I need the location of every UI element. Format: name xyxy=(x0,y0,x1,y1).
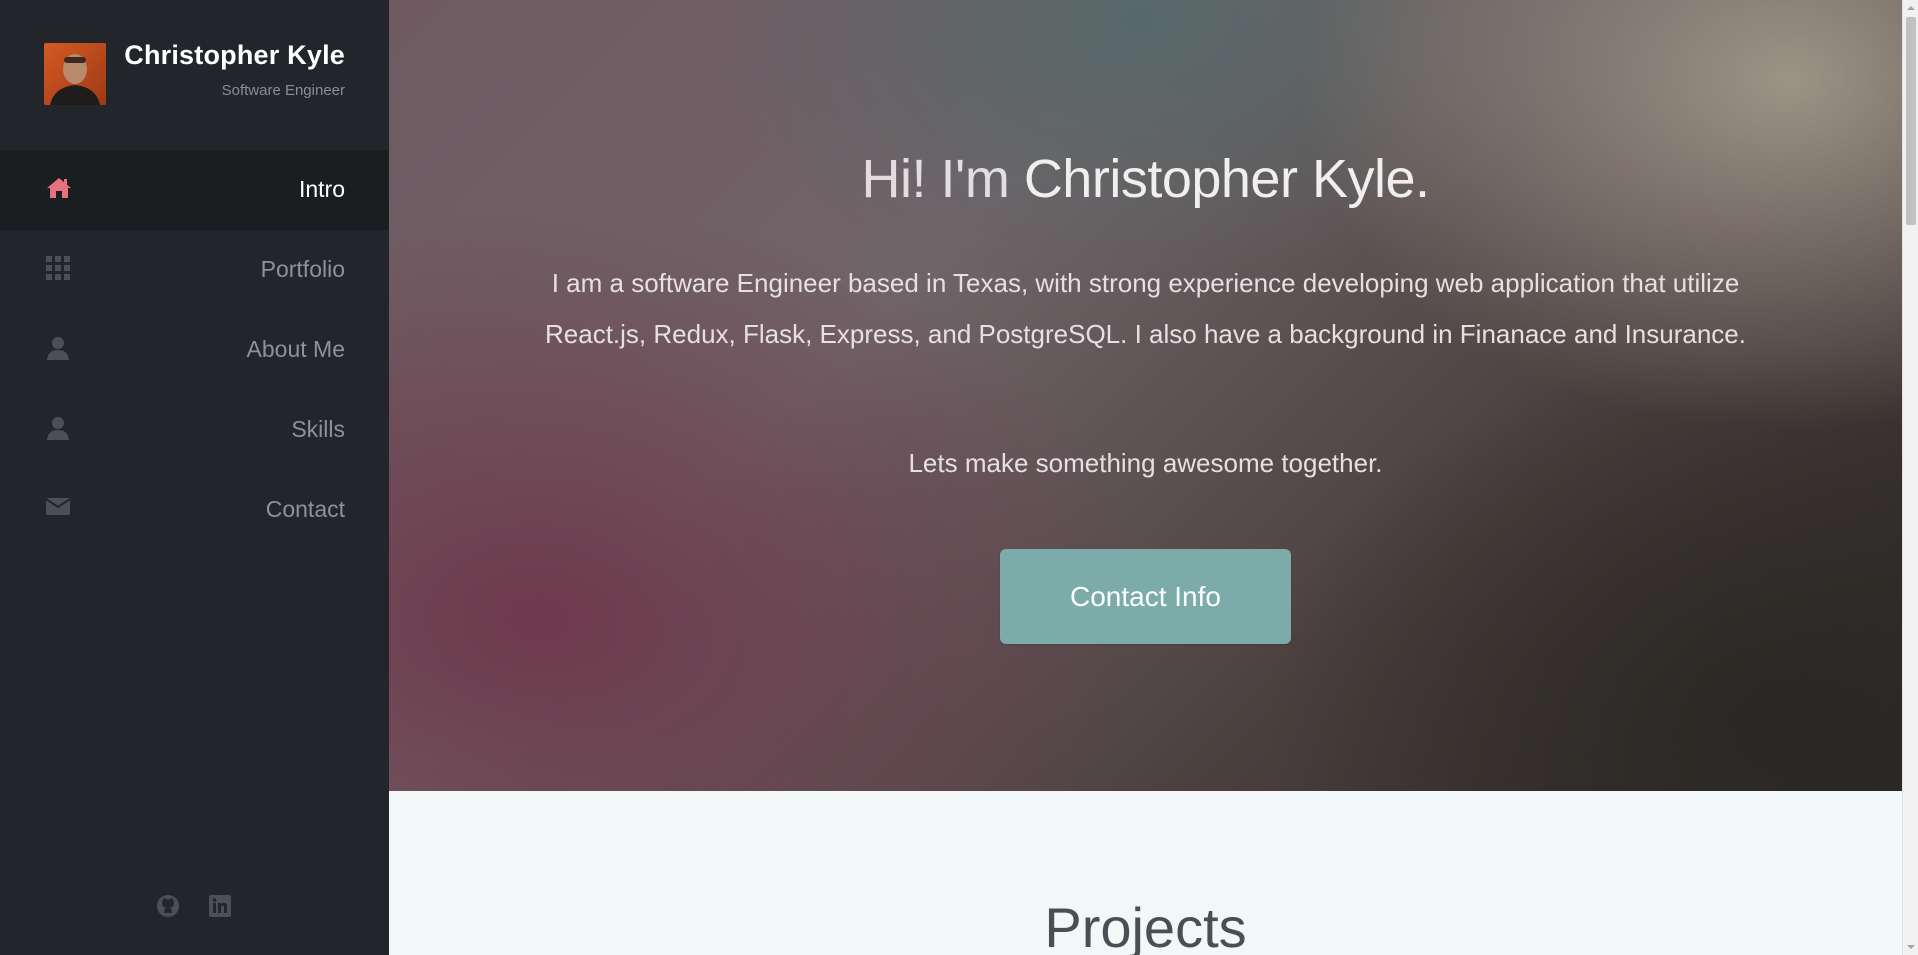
hero-description: I am a software Engineer based in Texas,… xyxy=(545,268,1746,349)
profile-role: Software Engineer xyxy=(221,82,345,99)
hero-tagline: Lets make something awesome together. xyxy=(908,448,1383,478)
contact-info-button[interactable]: Contact Info xyxy=(1000,549,1291,644)
sidebar-item-intro[interactable]: Intro xyxy=(0,150,389,230)
avatar xyxy=(44,43,106,105)
projects-title: Projects xyxy=(1044,896,1247,955)
sidebar-item-label: About Me xyxy=(246,336,345,362)
profile-name: Christopher Kyle xyxy=(124,40,345,70)
sidebar-item-about-me[interactable]: About Me xyxy=(0,310,389,390)
sidebar-item-label: Skills xyxy=(291,416,345,442)
sidebar-item-skills[interactable]: Skills xyxy=(0,390,389,470)
github-icon[interactable] xyxy=(156,894,180,918)
sidebar-item-label: Contact xyxy=(265,496,345,522)
scrollbar-thumb[interactable] xyxy=(1906,17,1916,225)
profile-header: Christopher Kyle Software Engineer xyxy=(0,0,389,150)
scroll-up-arrow-icon[interactable] xyxy=(1903,0,1918,16)
intro-hero: Hi! I'm Christopher Kyle. I am a softwar… xyxy=(389,0,1902,791)
sidebar: Christopher Kyle Software Engineer Intro xyxy=(0,0,389,955)
projects-section: Projects xyxy=(389,791,1902,955)
hero-title: Hi! I'm Christopher Kyle. xyxy=(389,148,1902,210)
page-scrollbar[interactable] xyxy=(1902,0,1918,955)
hero-name: Christopher Kyle. xyxy=(1023,149,1430,209)
user-icon xyxy=(46,336,70,360)
sidebar-nav: Intro Portfolio About Me Skills Contact xyxy=(0,150,389,550)
envelope-icon xyxy=(45,496,71,520)
sidebar-item-label: Intro xyxy=(298,176,345,202)
linkedin-icon[interactable] xyxy=(208,894,232,918)
social-links xyxy=(156,894,232,918)
home-icon xyxy=(46,176,71,200)
sidebar-item-label: Portfolio xyxy=(260,256,345,282)
hero-greeting: Hi! I'm xyxy=(861,149,1010,209)
user-icon xyxy=(46,416,70,440)
sidebar-item-portfolio[interactable]: Portfolio xyxy=(0,230,389,310)
sidebar-item-contact[interactable]: Contact xyxy=(0,470,389,550)
scroll-down-arrow-icon[interactable] xyxy=(1903,939,1918,955)
grid-icon xyxy=(46,256,70,280)
